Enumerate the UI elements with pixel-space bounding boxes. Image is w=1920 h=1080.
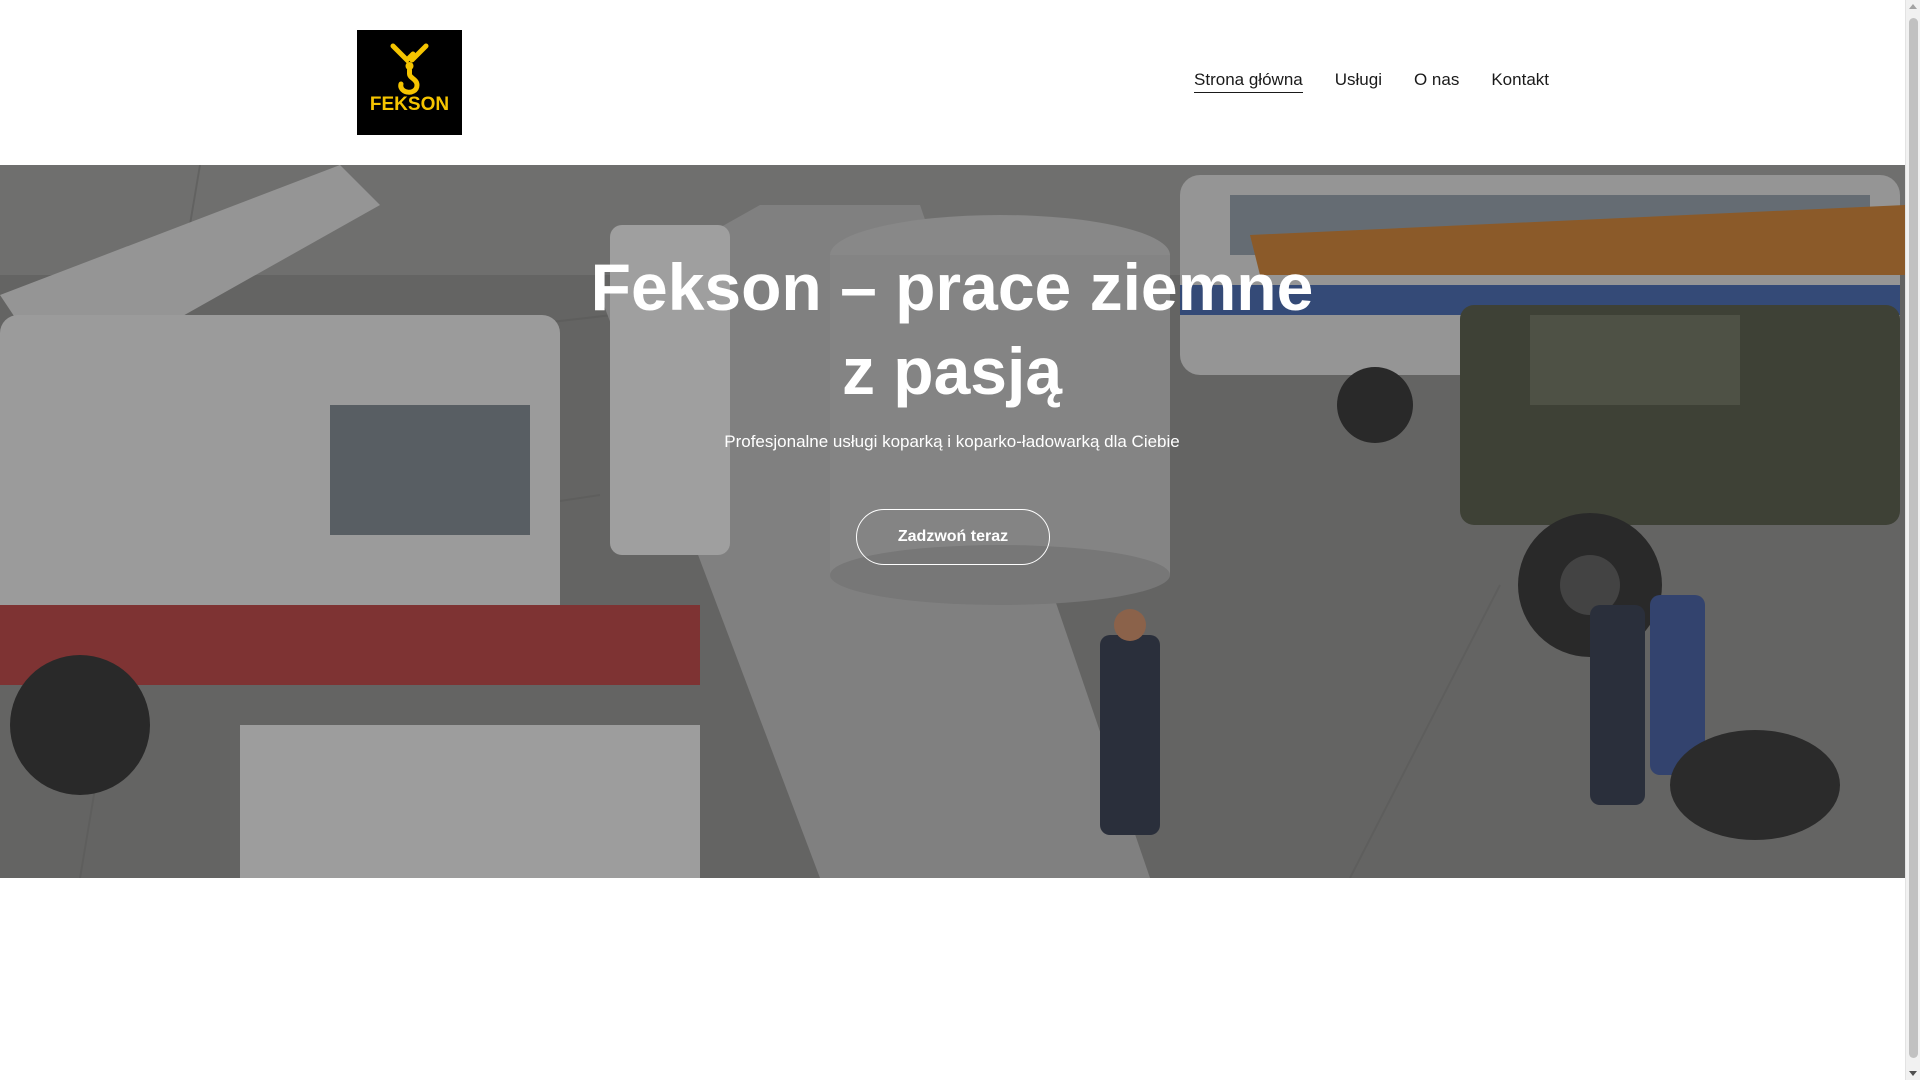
call-now-button[interactable]: Zadzwoń teraz: [856, 509, 1050, 565]
logo[interactable]: FEKSON: [357, 30, 462, 135]
nav-item-services[interactable]: Usługi: [1335, 70, 1382, 93]
site-header: FEKSON Strona główna Usługi O nas Kontak…: [0, 0, 1905, 165]
hero-title: Fekson – prace ziemne z pasją: [552, 245, 1352, 413]
hero-subtitle: Profesjonalne usługi koparką i koparko-ł…: [724, 432, 1180, 451]
nav-item-about[interactable]: O nas: [1414, 70, 1459, 93]
scrollbar-thumb[interactable]: [1909, 18, 1918, 1058]
hero-title-line-1: Fekson – prace ziemne: [590, 250, 1314, 324]
crane-hook-icon: FEKSON: [357, 30, 462, 135]
scroll-up-arrow-icon[interactable]: [1909, 4, 1917, 9]
hero-section: Fekson – prace ziemne z pasją Profesjona…: [0, 165, 1905, 878]
page: FEKSON Strona główna Usługi O nas Kontak…: [0, 0, 1905, 1080]
scroll-down-arrow-icon[interactable]: [1909, 1071, 1917, 1076]
nav-item-contact[interactable]: Kontakt: [1491, 70, 1549, 93]
nav-item-home[interactable]: Strona główna: [1194, 70, 1303, 93]
main-nav: Strona główna Usługi O nas Kontakt: [1194, 70, 1549, 93]
logo-text: FEKSON: [370, 94, 449, 115]
hero-title-line-2: z pasją: [841, 334, 1063, 408]
hero-content: Fekson – prace ziemne z pasją Profesjona…: [0, 165, 1905, 878]
vertical-scrollbar[interactable]: [1905, 0, 1920, 1080]
